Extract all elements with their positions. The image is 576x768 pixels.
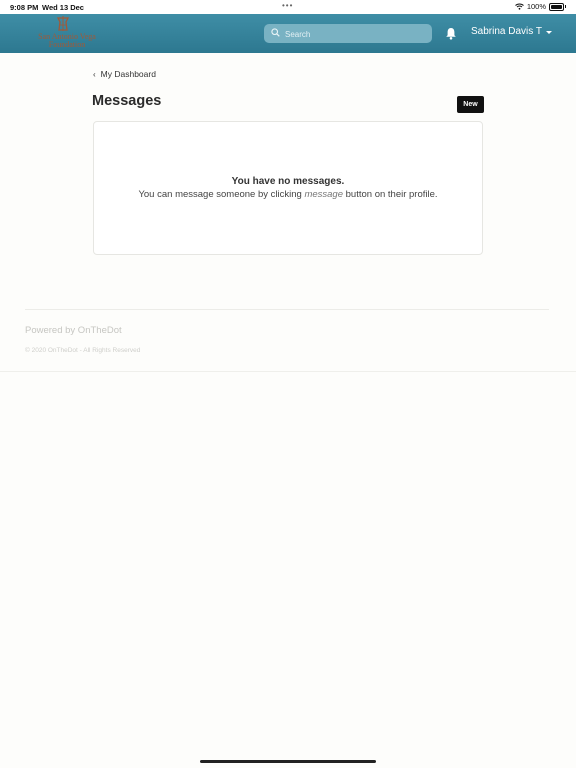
copyright: © 2020 OnTheDot - All Rights Reserved (25, 347, 141, 354)
empty-state-title: You have no messages. (231, 176, 345, 187)
battery-icon (549, 2, 564, 11)
status-time: 9:08 PM (10, 3, 39, 12)
breadcrumb-my-dashboard[interactable]: My Dashboard (101, 69, 156, 79)
empty-desc-emphasis: message (304, 189, 343, 200)
search-icon (271, 28, 280, 37)
messages-card: You have no messages. You can message so… (93, 121, 483, 255)
logo[interactable]: San Antonio Vega Foundation (26, 16, 106, 52)
battery-percent: 100% (526, 2, 546, 11)
search-input[interactable] (283, 26, 427, 43)
status-date: Wed 13 Dec (42, 3, 84, 12)
new-message-button[interactable]: New (457, 96, 484, 113)
logo-emblem-icon (56, 16, 70, 31)
top-navbar: San Antonio Vega Foundation Sabrina Davi… (0, 14, 576, 53)
user-menu[interactable]: Sabrina Davis T (471, 26, 552, 37)
multitask-dots[interactable]: ••• (282, 1, 293, 10)
footer-bottom-line (0, 371, 576, 372)
empty-desc-after: button on their profile. (343, 189, 438, 200)
home-indicator[interactable] (200, 760, 376, 763)
footer-divider (25, 309, 549, 310)
user-name: Sabrina Davis T (471, 26, 542, 37)
empty-state-description: You can message someone by clicking mess… (94, 189, 482, 200)
status-bar: 9:08 PM Wed 13 Dec ••• 100% (0, 0, 576, 14)
wifi-icon (514, 3, 524, 10)
logo-text: San Antonio Vega Foundation (38, 32, 96, 49)
status-right: 100% (514, 2, 566, 11)
caret-down-icon (545, 30, 552, 34)
bell-icon[interactable] (445, 27, 457, 40)
search-box[interactable] (264, 24, 432, 43)
breadcrumb[interactable]: ‹ My Dashboard (93, 69, 156, 79)
chevron-left-icon: ‹ (93, 69, 96, 79)
page-title: Messages (92, 93, 162, 109)
powered-by: Powered by OnTheDot (25, 325, 122, 336)
empty-desc-before: You can message someone by clicking (138, 189, 305, 200)
